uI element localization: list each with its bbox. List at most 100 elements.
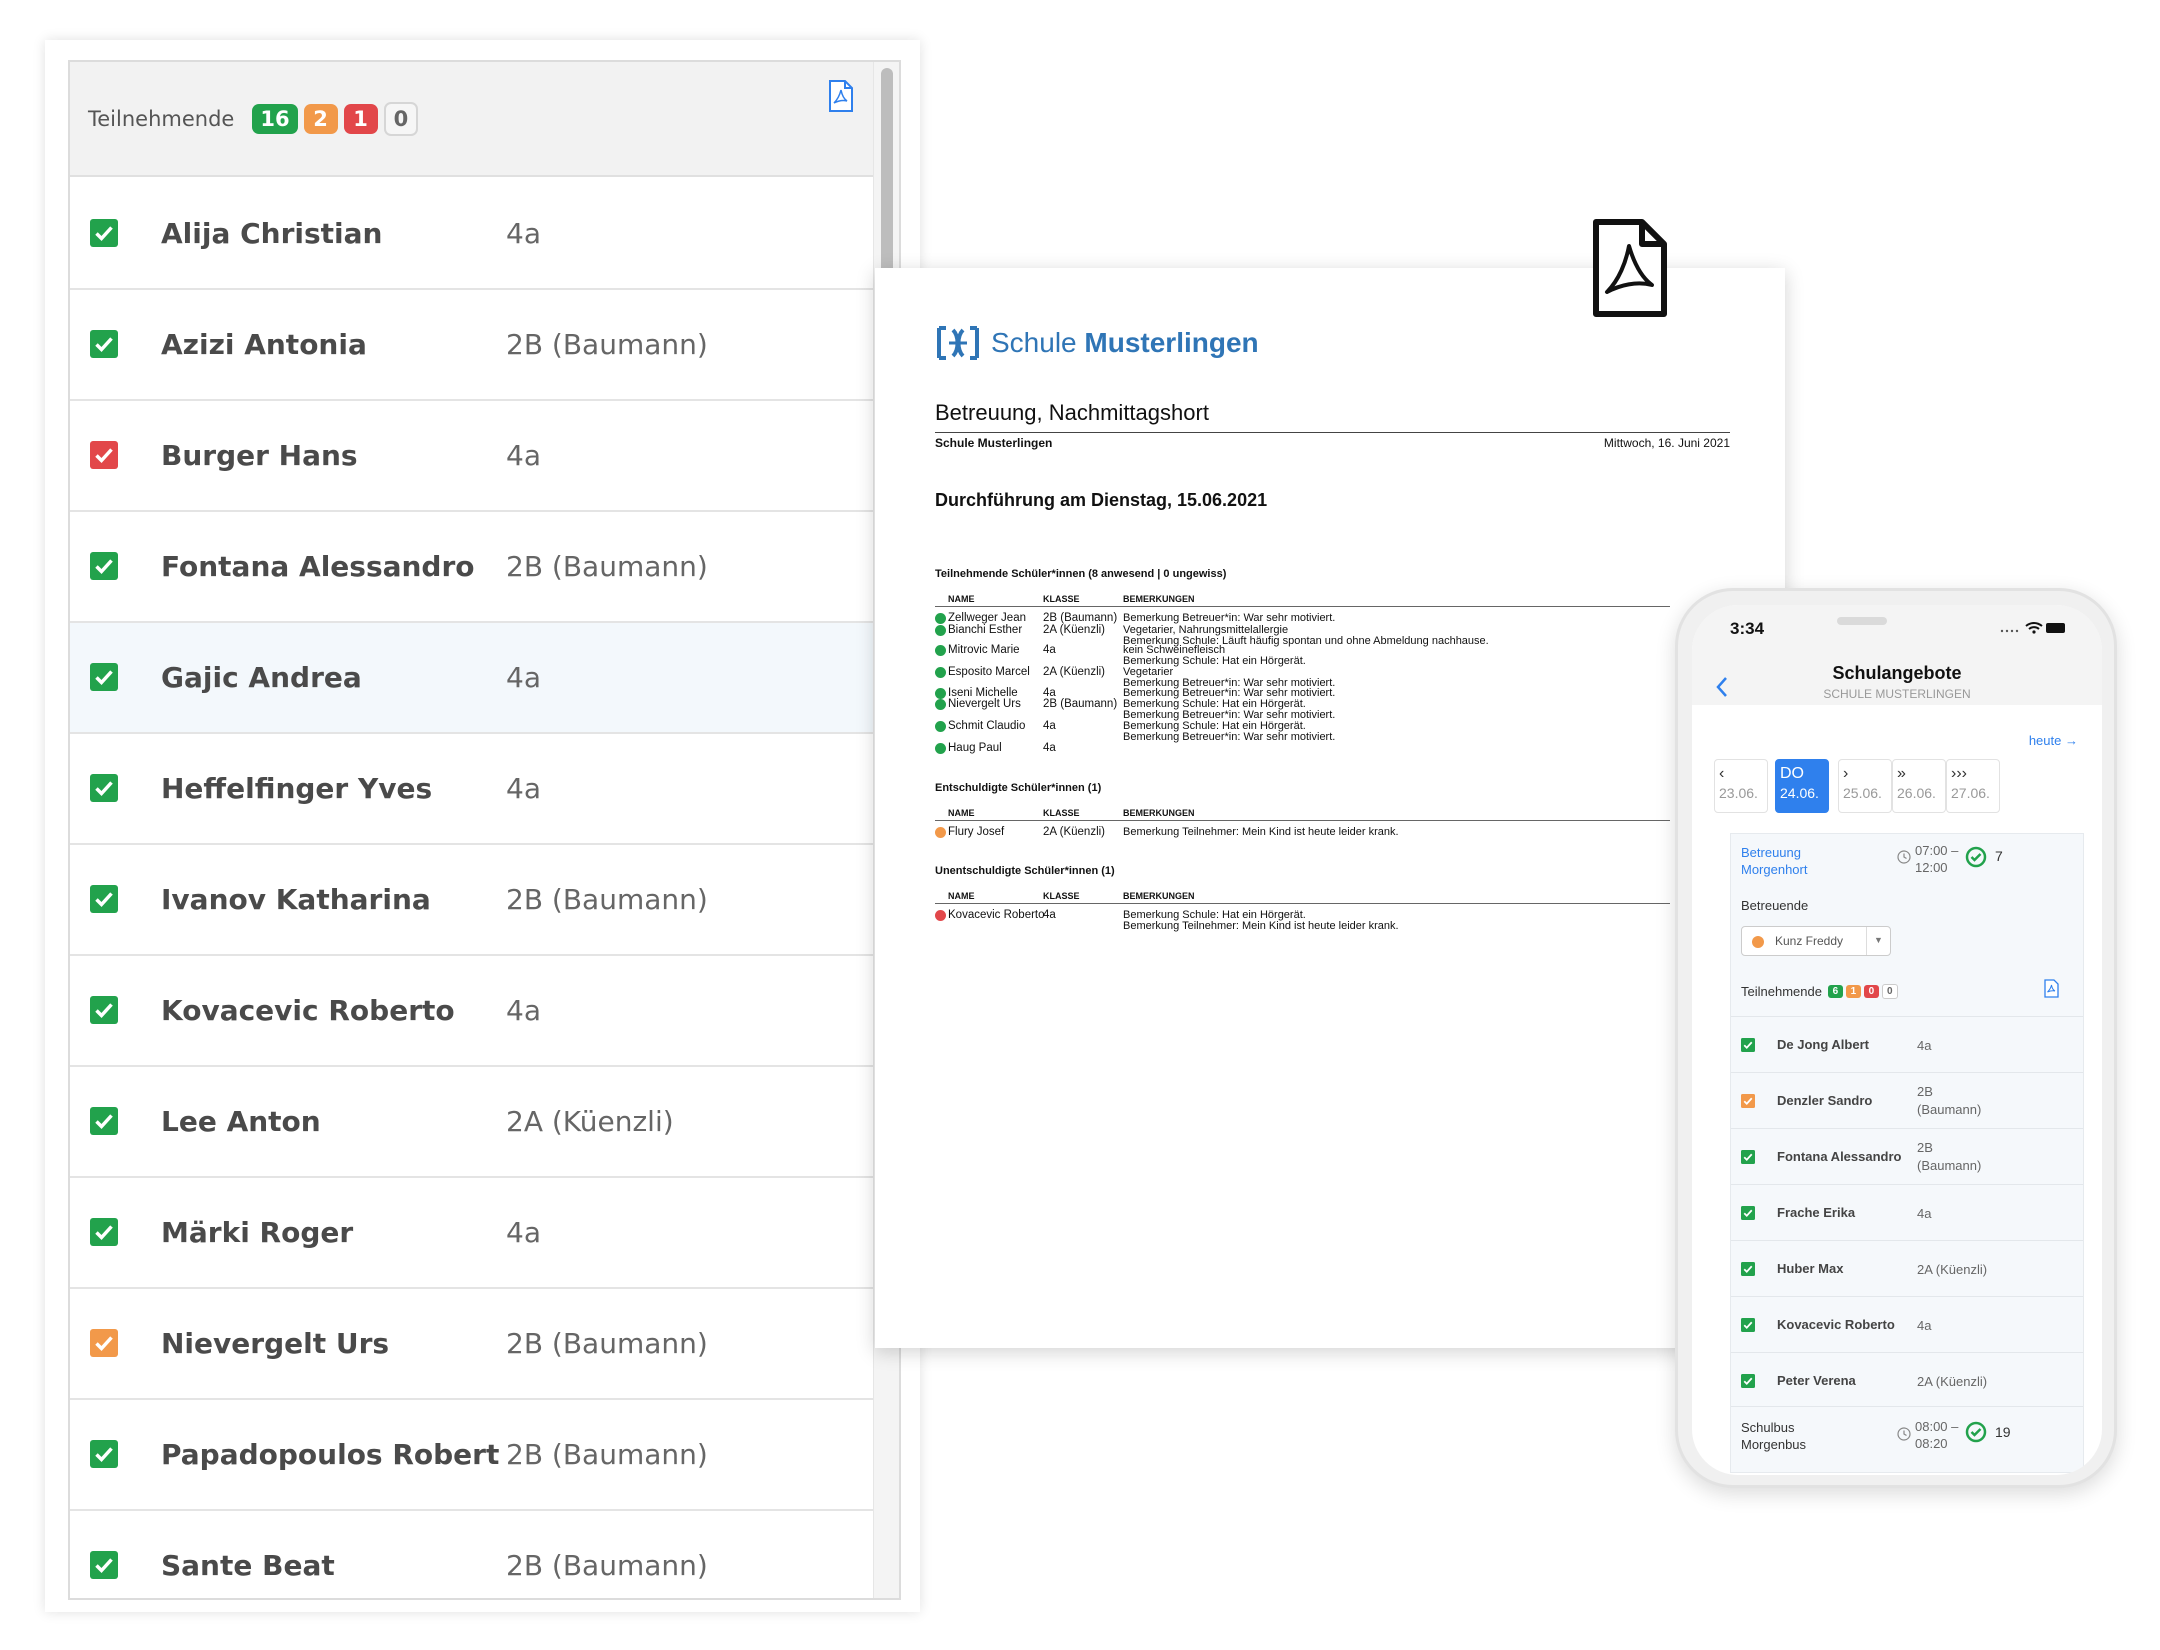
attendance-checkbox[interactable] (90, 1440, 118, 1468)
carer-select[interactable]: Kunz Freddy ▼ (1741, 926, 1891, 956)
document-school: Schule Musterlingen (935, 436, 1053, 450)
phone-participant-row[interactable]: De Jong Albert 4a (1731, 1016, 2083, 1072)
carer-select-value: Kunz Freddy (1775, 934, 1844, 948)
attendance-checkbox[interactable] (1741, 1038, 1755, 1052)
absent-mini-badge: 0 (1863, 985, 1879, 998)
day-tab[interactable]: » 26.06. (1892, 759, 1946, 813)
attendance-checkbox[interactable] (90, 1329, 118, 1357)
participants-panel: Teilnehmende 16 2 1 0 Alija Christian 4a A… (45, 40, 920, 1612)
student-remark: Bemerkung Betreuer*in: War sehr motivier… (1123, 731, 1336, 743)
participant-row[interactable]: Märki Roger 4a (70, 1178, 876, 1289)
pdf-export-icon[interactable] (828, 80, 854, 112)
participant-row[interactable]: Alija Christian 4a (70, 179, 876, 290)
attendance-checkbox[interactable] (1741, 1206, 1755, 1220)
participant-row[interactable]: Ivanov Katharina 2B (Baumann) (70, 845, 876, 956)
offer-header[interactable]: Betreuung Morgenhort 07:00 – 12:00 7 (1731, 834, 2083, 894)
status-dot (935, 625, 946, 636)
attendance-checkbox[interactable] (1741, 1150, 1755, 1164)
participant-class: 2A (Küenzli) (506, 1105, 674, 1138)
participant-name: Sante Beat (161, 1549, 335, 1582)
day-tab[interactable]: ‹ 23.06. (1714, 759, 1768, 813)
participant-row[interactable]: Papadopoulos Robert 2B (Baumann) (70, 1400, 876, 1511)
attendance-checkbox[interactable] (90, 219, 118, 247)
phone-participant-row[interactable]: Frache Erika 4a (1731, 1184, 2083, 1240)
participant-row[interactable]: Nievergelt Urs 2B (Baumann) (70, 1289, 876, 1400)
student-class: 2A (Küenzli) (1043, 624, 1106, 636)
participant-class-line1: 2B (1917, 1140, 1933, 1155)
participant-row[interactable]: Azizi Antonia 2B (Baumann) (70, 290, 876, 401)
participant-name: Kovacevic Roberto (1777, 1317, 1895, 1332)
participant-class-line2: (Baumann) (1917, 1158, 1982, 1173)
student-remark: Bemerkung Teilnehmer: Mein Kind ist heut… (1123, 920, 1399, 932)
phone-participant-row[interactable]: Fontana Alessandro 2B (Baumann) (1731, 1128, 2083, 1184)
participant-row[interactable]: Fontana Alessandro 2B (Baumann) (70, 512, 876, 623)
day-tab[interactable]: › 25.06. (1838, 759, 1892, 813)
phone-participant-row[interactable]: Peter Verena 2A (Küenzli) (1731, 1352, 2083, 1408)
participants-label: Teilnehmende (1741, 984, 1822, 999)
phone-participant-row[interactable]: Denzler Sandro 2B (Baumann) (1731, 1072, 2083, 1128)
participant-row[interactable]: Kovacevic Roberto 4a (70, 956, 876, 1067)
student-class: 2A (Küenzli) (1043, 826, 1106, 838)
logo-word-1: Schule (991, 327, 1077, 358)
phone-participant-row[interactable]: Kovacevic Roberto 4a (1731, 1296, 2083, 1352)
attendance-checkbox[interactable] (90, 1551, 118, 1579)
participant-name: Märki Roger (161, 1216, 354, 1249)
status-dot (935, 743, 946, 754)
today-link[interactable]: heute → (2029, 733, 2078, 748)
participant-row[interactable]: Sante Beat 2B (Baumann) (70, 1511, 876, 1598)
column-header-remarks: BEMERKUNGEN (1123, 594, 1195, 604)
check-circle-icon (1965, 1421, 1987, 1443)
participant-class-line2: (Baumann) (1917, 1102, 1982, 1117)
participant-class: 2B (Baumann) (1917, 1139, 1981, 1175)
participant-name: Heffelfinger Yves (161, 772, 433, 805)
attendance-checkbox[interactable] (1741, 1262, 1755, 1276)
column-header-class: KLASSE (1043, 891, 1080, 901)
attendance-checkbox[interactable] (90, 1218, 118, 1246)
phone-participant-row[interactable]: Huber Max 2A (Küenzli) (1731, 1240, 2083, 1296)
student-name: Mitrovic Marie (948, 644, 1020, 656)
participant-class: 4a (506, 217, 541, 250)
excused-count-badge: 2 (303, 103, 338, 134)
attendance-checkbox[interactable] (1741, 1374, 1755, 1388)
status-time: 3:34 (1730, 619, 1765, 638)
participant-row[interactable]: Lee Anton 2A (Küenzli) (70, 1067, 876, 1178)
participant-row[interactable]: Heffelfinger Yves 4a (70, 734, 876, 845)
attendance-checkbox[interactable] (90, 996, 118, 1024)
participant-class: 4a (1917, 1037, 1931, 1055)
status-icons (2000, 622, 2065, 634)
participant-class: 2A (Küenzli) (1917, 1261, 1987, 1279)
day-tab-date: 27.06. (1951, 785, 1990, 801)
participant-class: 2A (Küenzli) (1917, 1373, 1987, 1391)
attendance-checkbox[interactable] (90, 663, 118, 691)
unknown-count-badge: 0 (383, 101, 419, 136)
status-dot (935, 688, 946, 699)
day-tab[interactable]: ››› 27.06. (1946, 759, 2000, 813)
attendance-checkbox[interactable] (90, 885, 118, 913)
attendance-checkbox[interactable] (1741, 1318, 1755, 1332)
participant-name: Fontana Alessandro (1777, 1149, 1902, 1164)
pdf-document: Schule Musterlingen Betreuung, Nachmitta… (875, 268, 1785, 1348)
attendance-checkbox[interactable] (90, 330, 118, 358)
bus-offer[interactable]: Schulbus Morgenbus 08:00 – 08:20 19 (1731, 1406, 2083, 1474)
participant-class: 2B (Baumann) (1917, 1083, 1981, 1119)
bus-name-line1: Schulbus (1741, 1420, 1795, 1435)
participant-name: Ivanov Katharina (161, 883, 431, 916)
column-header-name: NAME (948, 808, 975, 818)
participant-class-line1: 2B (1917, 1084, 1933, 1099)
attendance-checkbox[interactable] (90, 552, 118, 580)
day-tab[interactable]: DO 24.06. (1775, 759, 1829, 813)
student-remark: Bemerkung Teilnehmer: Mein Kind ist heut… (1123, 826, 1399, 838)
participants-list-frame: Teilnehmende 16 2 1 0 Alija Christian 4a A… (68, 60, 901, 1600)
participant-name: Burger Hans (161, 439, 358, 472)
day-tab-date: 26.06. (1897, 785, 1936, 801)
attendance-checkbox[interactable] (90, 441, 118, 469)
student-name: Schmit Claudio (948, 720, 1026, 732)
pdf-export-icon[interactable] (2044, 979, 2059, 998)
participants-header: Teilnehmende 16 2 1 0 (70, 62, 876, 177)
attendance-checkbox[interactable] (90, 774, 118, 802)
scrollbar-thumb[interactable] (881, 68, 893, 288)
participant-row[interactable]: Gajic Andrea 4a (70, 623, 876, 734)
participant-row[interactable]: Burger Hans 4a (70, 401, 876, 512)
attendance-checkbox[interactable] (90, 1107, 118, 1135)
attendance-checkbox[interactable] (1741, 1094, 1755, 1108)
